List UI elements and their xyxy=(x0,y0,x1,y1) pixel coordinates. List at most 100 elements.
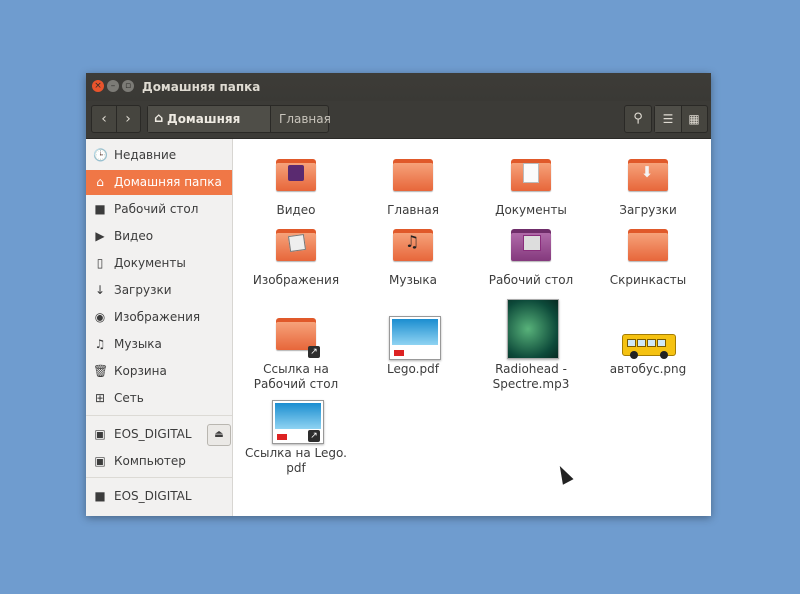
file-item-videos[interactable]: Видео xyxy=(241,151,351,218)
sidebar-item-desktop[interactable]: ■ Рабочий стол xyxy=(86,197,232,222)
file-label: Lego.pdf xyxy=(387,362,439,376)
file-label: Загрузки xyxy=(619,203,677,217)
file-item-main[interactable]: Главная xyxy=(358,151,468,218)
link-arrow-icon: ↗ xyxy=(308,430,320,442)
folder-icon xyxy=(389,151,437,199)
pictures-folder-icon xyxy=(272,221,320,269)
sidebar-item-documents[interactable]: ▯ Документы xyxy=(86,251,232,276)
documents-folder-icon xyxy=(507,151,555,199)
file-item-radiohead-mp3[interactable]: Radiohead - Spectre.mp3 xyxy=(476,299,586,392)
file-label: Главная xyxy=(387,203,439,217)
view-mode-group: ☰ ▦ xyxy=(654,105,708,133)
file-label: Radiohead - Spectre.mp3 xyxy=(492,362,570,391)
file-item-music[interactable]: ♫ Музыка xyxy=(358,221,468,288)
file-label: Ссылка на Lego. pdf xyxy=(245,446,347,475)
sidebar-item-label: Корзина xyxy=(114,364,167,378)
title-bar[interactable]: × – ▫ Домашняя папка xyxy=(86,73,711,101)
sidebar-item-pictures[interactable]: ◉ Изображения xyxy=(86,305,232,330)
download-icon: ↓ xyxy=(94,283,106,297)
sidebar: 🕒 Недавние ⌂ Домашняя папка ■ Рабочий ст… xyxy=(86,139,233,516)
sidebar-item-label: Видео xyxy=(114,229,154,243)
sidebar-item-label: Рабочий стол xyxy=(114,202,199,216)
maximize-window-button[interactable]: ▫ xyxy=(122,80,134,92)
sidebar-divider xyxy=(86,415,232,416)
file-item-desktop[interactable]: Рабочий стол xyxy=(476,221,586,288)
close-window-button[interactable]: × xyxy=(92,80,104,92)
album-art-icon xyxy=(507,299,559,359)
desktop-folder-icon: ■ xyxy=(94,202,106,216)
folder-icon xyxy=(624,221,672,269)
link-arrow-icon: ↗ xyxy=(308,346,320,358)
drive-icon: ■ xyxy=(94,489,106,503)
toolbar: ‹ › ⌂ Домашняя папка Главная ⚲ ☰ ▦ xyxy=(86,101,711,152)
sidebar-item-label: Музыка xyxy=(114,337,162,351)
sidebar-item-label: EOS_DIGITAL xyxy=(114,427,192,441)
sidebar-item-home[interactable]: ⌂ Домашняя папка xyxy=(86,170,232,195)
back-button[interactable]: ‹ xyxy=(92,106,117,132)
file-item-pictures[interactable]: Изображения xyxy=(241,221,351,288)
network-icon: ⊞ xyxy=(94,391,106,405)
file-label: Рабочий стол xyxy=(488,273,574,287)
file-label: Видео xyxy=(276,203,316,217)
trash-icon: 🗑 xyxy=(93,364,109,378)
sidebar-item-label: Недавние xyxy=(114,148,177,162)
minimize-window-button[interactable]: – xyxy=(107,80,119,92)
downloads-folder-icon: ⬇ xyxy=(624,151,672,199)
music-icon: ♫ xyxy=(94,337,106,351)
sidebar-item-label: Сеть xyxy=(114,391,144,405)
file-label: Ссылка на Рабочий стол xyxy=(253,362,339,391)
list-view-icon: ☰ xyxy=(662,112,674,126)
video-folder-icon xyxy=(272,151,320,199)
pdf-thumbnail-icon xyxy=(389,310,441,360)
sidebar-item-label: Изображения xyxy=(114,310,201,324)
sidebar-item-downloads[interactable]: ↓ Загрузки xyxy=(86,278,232,303)
file-item-downloads[interactable]: ⬇ Загрузки xyxy=(593,151,703,218)
sidebar-item-computer[interactable]: ▣ Компьютер xyxy=(86,449,232,474)
chevron-right-icon: › xyxy=(125,111,131,127)
navigation-group: ‹ › xyxy=(91,105,141,133)
sidebar-item-label: Компьютер xyxy=(114,454,186,468)
file-item-desktop-link[interactable]: ↗ Ссылка на Рабочий стол xyxy=(241,310,351,392)
list-view-button[interactable]: ☰ xyxy=(655,106,682,132)
image-thumbnail-icon xyxy=(622,310,676,359)
sidebar-item-eos-digital-network[interactable]: ■ EOS_DIGITAL xyxy=(86,484,232,509)
computer-icon: ▣ xyxy=(94,454,106,468)
sidebar-item-label: Документы xyxy=(114,256,186,270)
file-label: Документы xyxy=(495,203,567,217)
file-manager-window: × – ▫ Домашняя папка ‹ › ⌂ Домашняя папк… xyxy=(86,73,711,516)
search-icon: ⚲ xyxy=(633,111,643,126)
sidebar-item-music[interactable]: ♫ Музыка xyxy=(86,332,232,357)
sidebar-item-videos[interactable]: ▶ Видео xyxy=(86,224,232,249)
sidebar-item-recent[interactable]: 🕒 Недавние xyxy=(86,143,232,168)
drive-icon: ▣ xyxy=(94,427,106,441)
forward-button[interactable]: › xyxy=(116,106,140,132)
sidebar-item-label: Домашняя папка xyxy=(114,175,222,189)
file-item-lego-link[interactable]: ↗ Ссылка на Lego. pdf xyxy=(241,394,351,476)
sidebar-item-eos-digital[interactable]: ▣ EOS_DIGITAL ⏏ xyxy=(86,422,232,447)
grid-view-button[interactable]: ▦ xyxy=(681,106,707,132)
file-item-lego-pdf[interactable]: Lego.pdf xyxy=(358,310,468,377)
file-label: Музыка xyxy=(389,273,437,287)
sidebar-item-label: EOS_DIGITAL xyxy=(114,489,192,503)
music-folder-icon: ♫ xyxy=(389,221,437,269)
folder-link-icon: ↗ xyxy=(272,310,320,358)
grid-view-icon: ▦ xyxy=(688,112,700,126)
search-button[interactable]: ⚲ xyxy=(624,105,652,133)
clock-icon: 🕒 xyxy=(93,148,108,162)
file-item-screencasts[interactable]: Скринкасты xyxy=(593,221,703,288)
camera-icon: ◉ xyxy=(94,310,106,324)
sidebar-item-trash[interactable]: 🗑 Корзина xyxy=(86,359,232,384)
home-icon: ⌂ xyxy=(96,175,104,189)
file-item-documents[interactable]: Документы xyxy=(476,151,586,218)
breadcrumb-home[interactable]: ⌂ Домашняя папка xyxy=(148,106,271,152)
chevron-left-icon: ‹ xyxy=(101,111,107,127)
home-icon: ⌂ xyxy=(154,111,164,126)
file-item-bus-png[interactable]: автобус.png xyxy=(593,310,703,377)
file-label: автобус.png xyxy=(609,362,687,376)
breadcrumb-main[interactable]: Главная xyxy=(279,106,331,132)
video-icon: ▶ xyxy=(95,229,105,243)
file-label: Изображения xyxy=(252,273,340,287)
minimize-icon: – xyxy=(110,81,116,91)
eject-button[interactable]: ⏏ xyxy=(207,424,231,446)
sidebar-item-network[interactable]: ⊞ Сеть xyxy=(86,386,232,411)
